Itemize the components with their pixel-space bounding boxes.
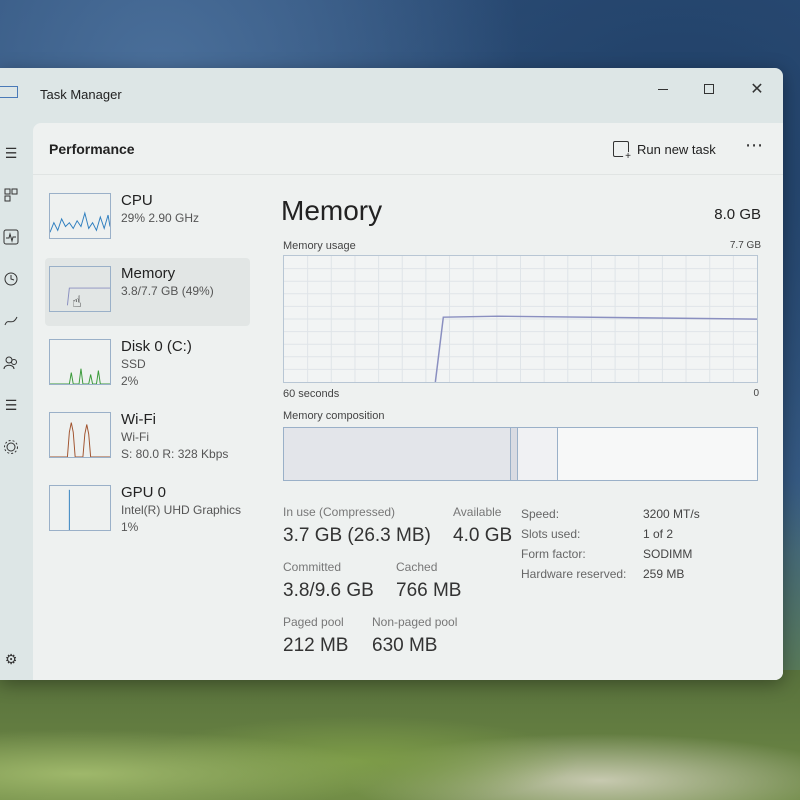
graph-time-span: 60 seconds — [283, 388, 340, 400]
memory-usage: 3.8/7.7 GB (49%) — [121, 284, 214, 298]
minimize-button[interactable] — [640, 74, 686, 104]
spec-key: Hardware reserved: — [521, 567, 627, 581]
spec-value: 259 MB — [643, 567, 685, 581]
panel-header: Performance Run new task ⋯ — [33, 123, 783, 175]
page-title: Performance — [49, 141, 135, 157]
run-new-task-label: Run new task — [637, 141, 716, 157]
resource-item-gpu[interactable]: GPU 0 Intel(R) UHD Graphics 1% — [45, 477, 250, 545]
resource-item-wifi[interactable]: Wi-Fi Wi-Fi S: 80.0 R: 328 Kbps — [45, 404, 250, 472]
memory-composition-bar — [283, 427, 758, 481]
task-manager-window: Task Manager ✕ ☰ ☰ ⚙ Performance + Run n… — [0, 68, 783, 680]
maximize-button[interactable] — [686, 74, 732, 104]
left-navigation: ☰ ☰ ⚙ — [0, 128, 30, 680]
app-history-icon[interactable] — [0, 268, 22, 290]
in-use-label: In use (Compressed) — [283, 505, 396, 519]
total-memory: 8.0 GB — [714, 206, 761, 223]
gpu-usage: 1% — [121, 520, 139, 534]
more-options-button[interactable]: ⋯ — [745, 135, 764, 156]
wifi-name: Wi-Fi — [121, 411, 156, 428]
available-value: 4.0 GB — [453, 525, 513, 546]
performance-icon[interactable] — [0, 226, 22, 248]
resource-item-cpu[interactable]: CPU 29% 2.90 GHz — [45, 185, 250, 253]
startup-apps-icon[interactable] — [0, 310, 22, 332]
spec-row: Slots used: 1 of 2 — [521, 527, 700, 547]
close-button[interactable]: ✕ — [734, 74, 780, 104]
spec-value: 3200 MT/s — [643, 507, 700, 521]
non-paged-pool-label: Non-paged pool — [372, 615, 458, 629]
processes-icon[interactable] — [0, 184, 22, 206]
disk-name: Disk 0 (C:) — [121, 338, 192, 355]
cached-label: Cached — [396, 560, 438, 574]
title-bar[interactable]: Task Manager ✕ — [0, 68, 783, 108]
gpu-name: GPU 0 — [121, 484, 167, 501]
minimize-icon — [658, 88, 668, 90]
composition-in-use — [284, 428, 512, 480]
run-new-task-button[interactable]: Run new task — [613, 137, 716, 162]
memory-specs: Speed: 3200 MT/s Slots used: 1 of 2 Form f… — [521, 507, 700, 587]
composition-free — [558, 428, 757, 480]
wifi-throughput: S: 80.0 R: 328 Kbps — [121, 447, 229, 461]
close-icon: ✕ — [750, 81, 764, 98]
disk-thumbnail-graph — [49, 339, 111, 385]
spec-row: Speed: 3200 MT/s — [521, 507, 700, 527]
cpu-thumbnail-graph — [49, 193, 111, 239]
disk-type: SSD — [121, 357, 146, 371]
cpu-usage: 29% 2.90 GHz — [121, 211, 200, 225]
wifi-adapter: Wi-Fi — [121, 430, 149, 444]
available-label: Available — [453, 505, 502, 519]
app-icon — [0, 86, 18, 98]
stat-in-use: In use (Compressed) 3.7 GB (26.3 MB) — [283, 505, 431, 547]
users-icon[interactable] — [0, 352, 22, 374]
spec-value: SODIMM — [643, 547, 693, 561]
run-task-icon — [613, 141, 633, 162]
memory-heading: Memory — [281, 195, 383, 226]
spec-value: 1 of 2 — [643, 527, 674, 541]
performance-panel: Performance Run new task ⋯ CPU 29% 2.90 … — [33, 123, 783, 680]
memory-usage-label: Memory usage — [283, 240, 356, 252]
resource-list: CPU 29% 2.90 GHz Memory 3.8/7.7 GB (49%) — [45, 185, 250, 550]
stat-committed: Committed 3.8/9.6 GB — [283, 560, 374, 602]
committed-value: 3.8/9.6 GB — [283, 580, 374, 601]
resource-item-disk[interactable]: Disk 0 (C:) SSD 2% — [45, 331, 250, 399]
committed-label: Committed — [283, 560, 342, 574]
mouse-pointer-icon: ☝ — [72, 294, 82, 311]
graph-axis-zero: 0 — [753, 388, 759, 399]
memory-name: Memory — [121, 265, 176, 282]
memory-usage-graph — [283, 255, 758, 383]
cached-value: 766 MB — [396, 580, 462, 601]
desktop-wallpaper-foliage — [0, 670, 800, 800]
disk-usage: 2% — [121, 374, 139, 388]
memory-composition-label: Memory composition — [283, 410, 385, 422]
spec-row: Form factor: SODIMM — [521, 547, 700, 567]
gpu-thumbnail-graph — [49, 485, 111, 531]
spec-key: Speed: — [521, 507, 560, 521]
details-icon[interactable]: ☰ — [0, 394, 22, 416]
composition-standby — [518, 428, 559, 480]
composition-modified — [511, 428, 519, 480]
memory-usage-line — [434, 315, 757, 382]
spec-key: Form factor: — [521, 547, 586, 561]
wifi-thumbnail-graph — [49, 412, 111, 458]
services-icon[interactable] — [0, 436, 22, 458]
memory-usage-max: 7.7 GB — [729, 240, 761, 251]
hamburger-menu-icon[interactable]: ☰ — [0, 142, 22, 164]
window-title: Task Manager — [40, 87, 122, 102]
non-paged-pool-value: 630 MB — [372, 635, 438, 656]
paged-pool-value: 212 MB — [283, 635, 349, 656]
cpu-name: CPU — [121, 192, 153, 209]
paged-pool-label: Paged pool — [283, 615, 344, 629]
settings-gear-icon[interactable]: ⚙ — [0, 648, 22, 670]
spec-key: Slots used: — [521, 527, 581, 541]
gpu-model: Intel(R) UHD Graphics — [121, 503, 242, 517]
maximize-icon — [704, 84, 714, 94]
stat-cached: Cached 766 MB — [396, 560, 461, 602]
stat-available: Available 4.0 GB — [453, 505, 512, 547]
stat-paged-pool: Paged pool 212 MB — [283, 615, 348, 657]
spec-row: Hardware reserved: 259 MB — [521, 567, 700, 587]
in-use-value: 3.7 GB (26.3 MB) — [283, 525, 431, 546]
stat-non-paged-pool: Non-paged pool 630 MB — [372, 615, 457, 657]
